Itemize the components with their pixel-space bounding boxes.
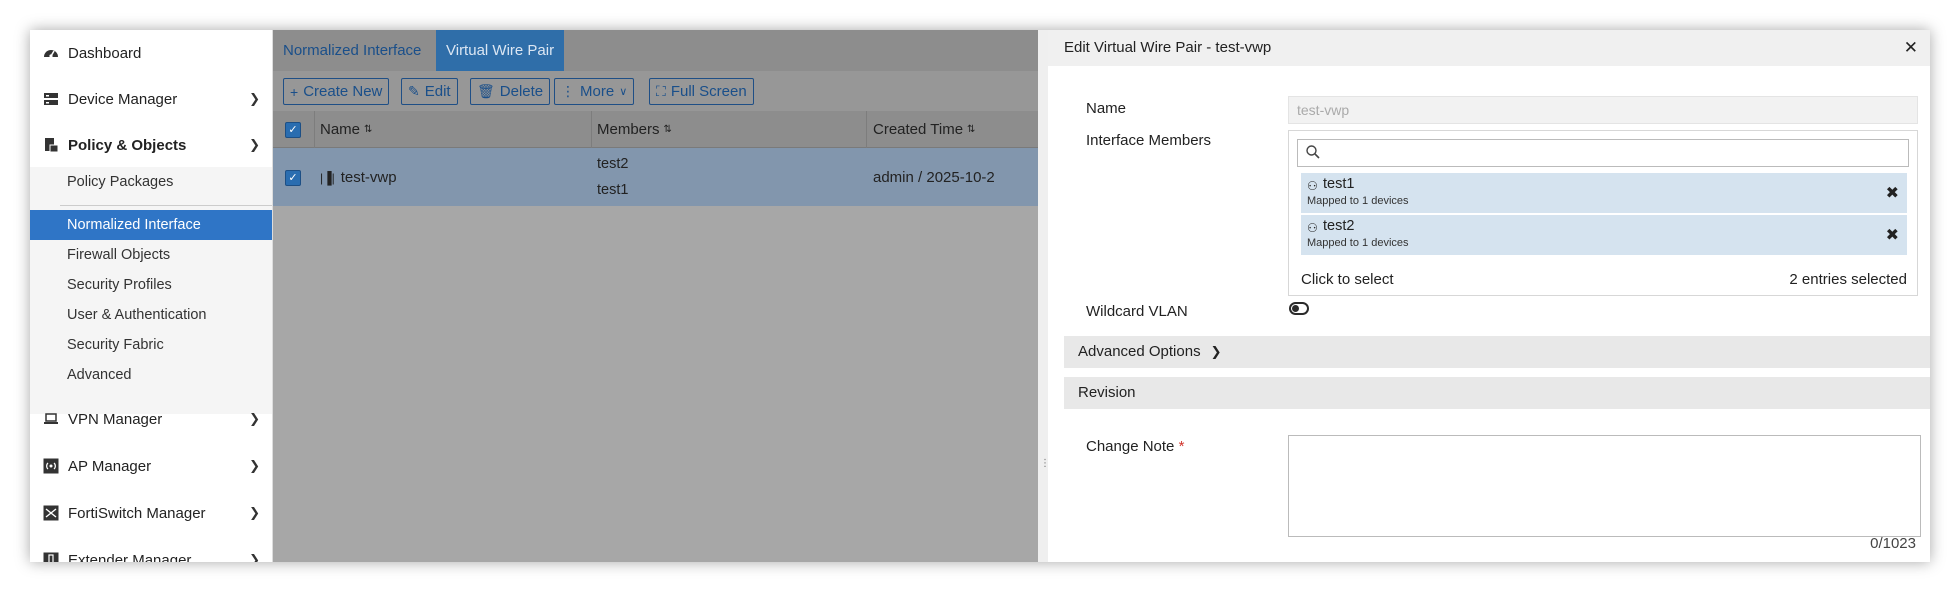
sidebar-item-dashboard[interactable]: Dashboard <box>30 30 272 76</box>
delete-button[interactable]: 🗑 Delete <box>470 78 551 105</box>
sidebar-item-device-manager[interactable]: Device Manager ❯ <box>30 76 272 122</box>
character-counter: 0/1023 <box>1870 535 1916 552</box>
policy-objects-icon <box>42 136 60 154</box>
full-screen-button[interactable]: ⛶ Full Screen <box>649 78 754 105</box>
edit-icon: ✎ <box>408 83 420 99</box>
wildcard-vlan-toggle[interactable] <box>1289 302 1309 315</box>
laptop-icon <box>42 410 60 428</box>
panel-title: Edit Virtual Wire Pair - test-vwp <box>1064 39 1272 56</box>
sort-icon: ⇅ <box>364 123 373 135</box>
toggle-knob <box>1292 305 1299 312</box>
plus-icon: + <box>290 83 299 100</box>
interface-members-select: ⚇ test1 Mapped to 1 devices ✖ ⚇ test2 Ma… <box>1288 130 1918 296</box>
name-label: Name <box>1086 100 1127 117</box>
sidebar-item-vpn-manager[interactable]: VPN Manager ❯ <box>30 396 272 442</box>
interface-icon: ⚇ <box>1307 221 1318 235</box>
edit-button[interactable]: ✎ Edit <box>401 78 458 105</box>
remove-icon[interactable]: ✖ <box>1886 183 1899 203</box>
select-all-checkbox[interactable]: ✓ <box>285 122 301 138</box>
sidebar-subitem-security-fabric[interactable]: Security Fabric <box>30 330 272 360</box>
sidebar-item-extender-manager[interactable]: Extender Manager ❯ <box>30 537 272 562</box>
sidebar-item-fortiswitch-manager[interactable]: FortiSwitch Manager ❯ <box>30 490 272 536</box>
app-window: Dashboard Device Manager ❯ Policy & Obje… <box>30 30 1930 562</box>
sort-icon: ⇅ <box>967 123 976 135</box>
dashboard-icon <box>42 44 60 62</box>
name-field: test-vwp <box>1288 96 1918 124</box>
expand-icon: ⛶ <box>656 83 666 99</box>
sidebar-subitem-policy-packages[interactable]: Policy Packages <box>30 167 272 197</box>
chevron-right-icon: ❯ <box>1210 344 1222 359</box>
interface-icon: ⚇ <box>1307 179 1318 193</box>
chevron-right-icon: ❯ <box>249 411 260 426</box>
change-note-label: Change Note * <box>1086 438 1185 455</box>
more-vertical-icon: ⋮ <box>561 83 575 99</box>
edit-panel: Edit Virtual Wire Pair - test-vwp ✕ Name… <box>1048 30 1930 562</box>
column-header-members[interactable]: Members ⇅ <box>597 111 672 147</box>
wildcard-vlan-label: Wildcard VLAN <box>1086 303 1188 320</box>
chevron-right-icon: ❯ <box>249 137 260 152</box>
sidebar-item-ap-manager[interactable]: AP Manager ❯ <box>30 443 272 489</box>
advanced-options-section[interactable]: Advanced Options ❯ <box>1064 336 1930 368</box>
chevron-right-icon: ❯ <box>249 552 260 562</box>
device-manager-icon <box>42 90 60 108</box>
tab-normalized-interface[interactable]: Normalized Interface <box>273 30 431 71</box>
column-header-created-time[interactable]: Created Time ⇅ <box>873 111 975 147</box>
chevron-right-icon: ❯ <box>249 458 260 473</box>
interface-members-label: Interface Members <box>1086 132 1212 149</box>
selected-member-test2[interactable]: ⚇ test2 Mapped to 1 devices ✖ <box>1301 215 1907 255</box>
row-member-2: test1 <box>597 182 629 198</box>
trash-icon: 🗑 <box>477 83 495 99</box>
vwp-icon: |▐| <box>320 171 335 185</box>
chevron-down-icon: ∨ <box>619 86 628 98</box>
member-search-input[interactable] <box>1297 139 1909 167</box>
chevron-right-icon: ❯ <box>249 505 260 520</box>
sidebar-item-policy-objects[interactable]: Policy & Objects ❯ <box>30 122 272 168</box>
main-content: Normalized Interface Virtual Wire Pair +… <box>273 30 1038 562</box>
panel-resize-handle[interactable]: ⋮ <box>1038 30 1050 562</box>
column-header-name[interactable]: Name ⇅ <box>320 111 372 147</box>
selected-member-test1[interactable]: ⚇ test1 Mapped to 1 devices ✖ <box>1301 173 1907 213</box>
close-icon[interactable]: ✕ <box>1904 38 1918 58</box>
remove-icon[interactable]: ✖ <box>1886 225 1899 245</box>
create-new-button[interactable]: + Create New <box>283 78 390 105</box>
required-mark: * <box>1178 438 1185 455</box>
sidebar: Dashboard Device Manager ❯ Policy & Obje… <box>30 30 273 562</box>
row-checkbox[interactable]: ✓ <box>285 170 301 186</box>
divider <box>60 205 272 206</box>
revision-section: Revision <box>1064 377 1930 409</box>
tab-virtual-wire-pair[interactable]: Virtual Wire Pair <box>436 30 565 71</box>
entries-selected-count: 2 entries selected <box>1789 271 1907 288</box>
wireless-icon <box>42 457 60 475</box>
switch-icon <box>42 504 60 522</box>
sort-icon: ⇅ <box>663 123 672 135</box>
sidebar-subitem-advanced[interactable]: Advanced <box>30 360 272 390</box>
change-note-textarea[interactable] <box>1288 435 1921 537</box>
click-to-select[interactable]: Click to select <box>1301 271 1394 288</box>
sidebar-subitem-firewall-objects[interactable]: Firewall Objects <box>30 240 272 270</box>
sidebar-subitem-normalized-interface[interactable]: Normalized Interface <box>30 210 272 240</box>
sidebar-subitem-security-profiles[interactable]: Security Profiles <box>30 270 272 300</box>
row-member-1: test2 <box>597 156 629 172</box>
row-created-time: admin / 2025-10-2 <box>873 169 995 186</box>
sidebar-subitem-user-authentication[interactable]: User & Authentication <box>30 300 272 330</box>
row-name-cell: |▐| test-vwp <box>320 169 397 186</box>
search-icon <box>1306 145 1320 164</box>
chevron-right-icon: ❯ <box>249 91 260 106</box>
extender-icon <box>42 551 60 562</box>
more-button[interactable]: ⋮ More ∨ <box>554 78 635 105</box>
